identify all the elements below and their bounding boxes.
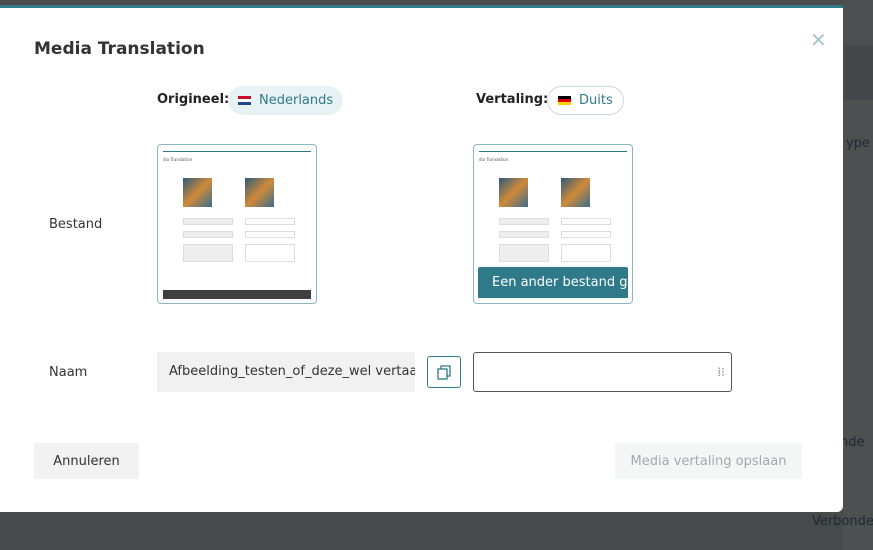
copy-button[interactable]	[427, 356, 461, 388]
cancel-button[interactable]: Annuleren	[34, 443, 139, 479]
translation-language-badge: Duits	[547, 86, 624, 115]
file-label: Bestand	[49, 217, 103, 232]
translation-file-thumbnail[interactable]: dia Translation Een ander bestand gebrui…	[473, 144, 633, 304]
use-other-file-button[interactable]: Een ander bestand gebruiken	[478, 267, 628, 298]
name-label: Naam	[49, 365, 88, 380]
close-icon[interactable]: ✕	[810, 28, 827, 52]
original-name-field: Afbeelding_testen_of_deze_wel vertaald	[157, 352, 415, 392]
original-language-badge: Nederlands	[228, 86, 344, 115]
original-file-thumbnail: dia Translation	[157, 144, 317, 304]
flag-de-icon	[558, 96, 571, 105]
original-label: Origineel:	[157, 92, 230, 107]
translated-name-input-wrapper: ⁞⁝	[473, 352, 732, 392]
bg-cell: Verbonde	[812, 514, 873, 529]
save-translation-button[interactable]: Media vertaling opslaan	[615, 443, 802, 479]
translated-name-input[interactable]	[482, 353, 702, 389]
original-language: Nederlands	[259, 93, 334, 108]
keyboard-icon[interactable]: ⁞⁝	[717, 365, 725, 379]
translation-language: Duits	[579, 93, 613, 108]
page-header-band	[843, 45, 873, 100]
translation-label: Vertaling:	[476, 92, 549, 107]
media-translation-modal: Media Translation ✕ Origineel: Nederland…	[0, 8, 843, 512]
thumbnail-title: dia Translation	[163, 157, 193, 162]
modal-title: Media Translation	[34, 39, 205, 59]
thumbnail-title: dia Translation	[479, 157, 509, 162]
copy-icon	[437, 365, 451, 380]
flag-nl-icon	[238, 96, 251, 105]
bg-column-header: ype	[846, 136, 870, 151]
